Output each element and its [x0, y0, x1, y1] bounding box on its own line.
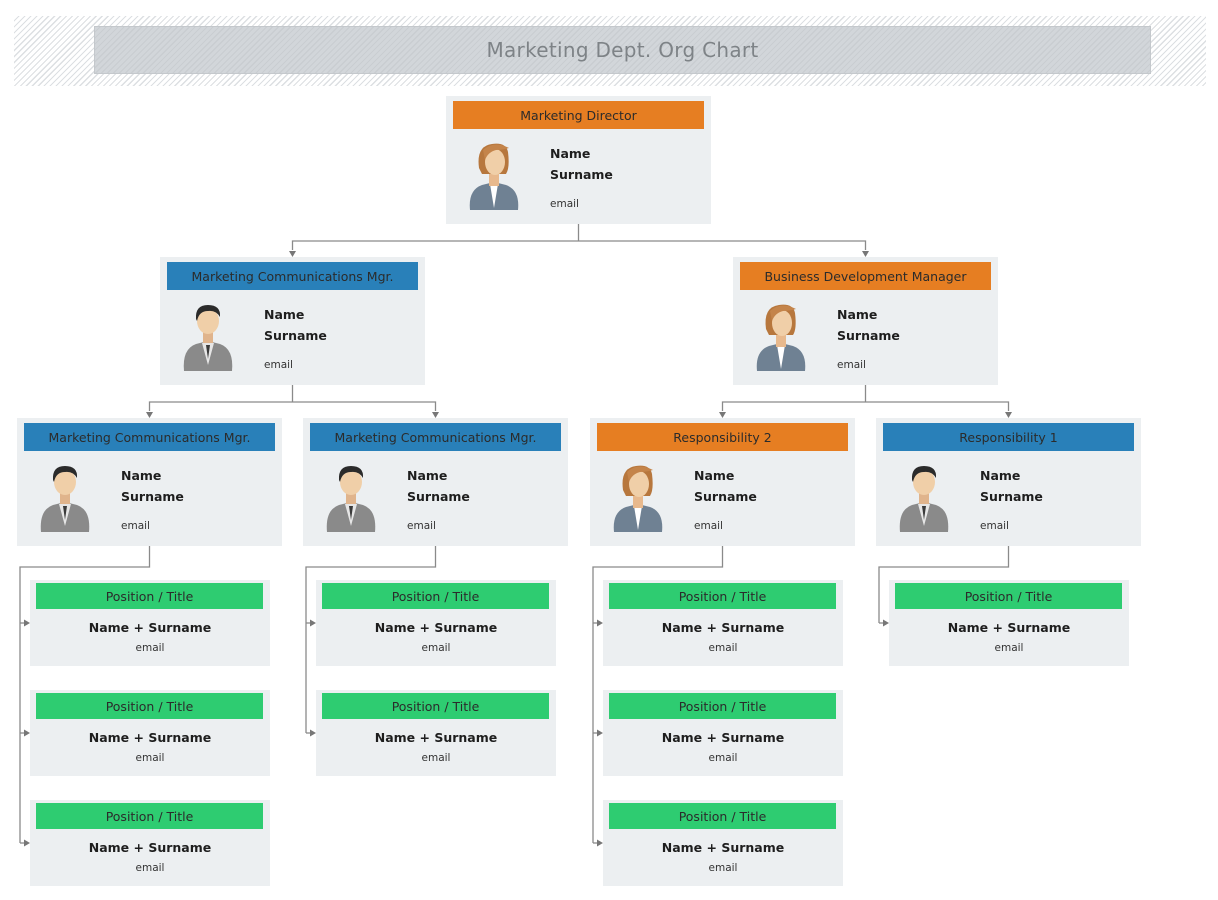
person-name-block: Name Surname: [264, 304, 327, 346]
sub-manager-card[interactable]: Marketing Communications Mgr. Name Surnam…: [303, 418, 568, 546]
sub-manager-card[interactable]: Responsibility 2 Name Surname email: [590, 418, 855, 546]
manager-card[interactable]: Marketing Communications Mgr. Name Surnam…: [160, 257, 425, 385]
person-full-name: Name + Surname: [661, 840, 785, 855]
position-title-header: Position / Title: [609, 803, 836, 829]
position-title-header: Position / Title: [322, 693, 549, 719]
male-avatar-icon: [180, 299, 236, 373]
person-name-block: Name Surname: [121, 465, 184, 507]
connector-line: [148, 401, 437, 411]
first-name: Name: [264, 307, 305, 322]
surname: Surname: [264, 328, 327, 343]
email-text: email: [421, 752, 451, 764]
male-avatar-icon: [896, 460, 952, 534]
person-name-block: Name Surname: [837, 304, 900, 346]
position-title-header: Position / Title: [322, 583, 549, 609]
position-card[interactable]: Position / Title Name + Surname email: [30, 800, 270, 886]
position-card[interactable]: Position / Title Name + Surname email: [603, 690, 843, 776]
chart-title: Marketing Dept. Org Chart: [94, 26, 1151, 74]
email-text: email: [837, 359, 866, 371]
email-text: email: [264, 359, 293, 371]
email-text: email: [994, 642, 1024, 654]
role-header: Responsibility 1: [883, 423, 1134, 451]
sub-manager-card[interactable]: Marketing Communications Mgr. Name Surnam…: [17, 418, 282, 546]
position-card[interactable]: Position / Title Name + Surname email: [889, 580, 1129, 666]
email-text: email: [980, 520, 1009, 532]
sub-manager-card[interactable]: Responsibility 1 Name Surname email: [876, 418, 1141, 546]
role-header: Marketing Director: [453, 101, 704, 129]
person-full-name: Name + Surname: [374, 620, 498, 635]
position-title-header: Position / Title: [36, 583, 263, 609]
email-text: email: [407, 520, 436, 532]
person-name-block: Name Surname: [407, 465, 470, 507]
email-text: email: [135, 862, 165, 874]
first-name: Name: [694, 468, 735, 483]
person-name-block: Name Surname: [694, 465, 757, 507]
male-avatar-icon: [37, 460, 93, 534]
email-text: email: [135, 642, 165, 654]
female-avatar-icon: [466, 138, 522, 212]
position-title-header: Position / Title: [895, 583, 1122, 609]
connector-line: [721, 401, 1010, 411]
person-full-name: Name + Surname: [374, 730, 498, 745]
position-card[interactable]: Position / Title Name + Surname email: [603, 800, 843, 886]
email-text: email: [135, 752, 165, 764]
surname: Surname: [121, 489, 184, 504]
director-card[interactable]: Marketing Director Name Surname email: [446, 96, 711, 224]
surname: Surname: [980, 489, 1043, 504]
person-full-name: Name + Surname: [661, 730, 785, 745]
person-full-name: Name + Surname: [661, 620, 785, 635]
email-text: email: [708, 642, 738, 654]
position-title-header: Position / Title: [609, 583, 836, 609]
role-header: Marketing Communications Mgr.: [310, 423, 561, 451]
person-name-block: Name Surname: [980, 465, 1043, 507]
female-avatar-icon: [753, 299, 809, 373]
role-header: Business Development Manager: [740, 262, 991, 290]
role-header: Marketing Communications Mgr.: [167, 262, 418, 290]
email-text: email: [694, 520, 723, 532]
position-card[interactable]: Position / Title Name + Surname email: [316, 690, 556, 776]
first-name: Name: [837, 307, 878, 322]
email-text: email: [708, 862, 738, 874]
person-name-block: Name Surname: [550, 143, 613, 185]
female-avatar-icon: [610, 460, 666, 534]
manager-card[interactable]: Business Development Manager Name Surname…: [733, 257, 998, 385]
person-full-name: Name + Surname: [88, 840, 212, 855]
email-text: email: [121, 520, 150, 532]
role-header: Responsibility 2: [597, 423, 848, 451]
position-title-header: Position / Title: [36, 693, 263, 719]
first-name: Name: [550, 146, 591, 161]
position-card[interactable]: Position / Title Name + Surname email: [30, 580, 270, 666]
surname: Surname: [837, 328, 900, 343]
position-title-header: Position / Title: [36, 803, 263, 829]
position-title-header: Position / Title: [609, 693, 836, 719]
person-full-name: Name + Surname: [947, 620, 1071, 635]
email-text: email: [421, 642, 451, 654]
person-full-name: Name + Surname: [88, 730, 212, 745]
position-card[interactable]: Position / Title Name + Surname email: [316, 580, 556, 666]
first-name: Name: [980, 468, 1021, 483]
first-name: Name: [121, 468, 162, 483]
role-header: Marketing Communications Mgr.: [24, 423, 275, 451]
position-card[interactable]: Position / Title Name + Surname email: [603, 580, 843, 666]
surname: Surname: [407, 489, 470, 504]
email-text: email: [550, 198, 579, 210]
surname: Surname: [550, 167, 613, 182]
surname: Surname: [694, 489, 757, 504]
position-card[interactable]: Position / Title Name + Surname email: [30, 690, 270, 776]
connector-line: [291, 240, 867, 250]
email-text: email: [708, 752, 738, 764]
male-avatar-icon: [323, 460, 379, 534]
first-name: Name: [407, 468, 448, 483]
person-full-name: Name + Surname: [88, 620, 212, 635]
